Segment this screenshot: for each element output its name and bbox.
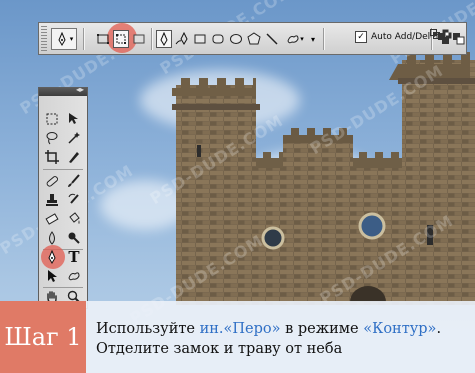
magic-wand-icon bbox=[68, 132, 80, 144]
dodge-icon bbox=[68, 232, 80, 244]
lasso-icon bbox=[46, 132, 58, 145]
rounded-rectangle-icon bbox=[212, 34, 224, 44]
ellipse-tool-button[interactable] bbox=[228, 30, 244, 48]
fill-pixels-mode-button[interactable] bbox=[131, 30, 147, 48]
rectangle-tool-button[interactable] bbox=[192, 30, 208, 48]
type-tool[interactable]: T bbox=[64, 248, 84, 266]
options-bar-grip[interactable] bbox=[41, 26, 47, 51]
custom-shape-tool[interactable] bbox=[64, 267, 84, 285]
line-icon bbox=[266, 33, 278, 45]
paths-mode-button[interactable] bbox=[113, 30, 129, 48]
slice-tool[interactable] bbox=[64, 148, 84, 166]
shape-layers-icon bbox=[97, 34, 109, 44]
ellipse-icon bbox=[230, 34, 242, 44]
path-selection-icon bbox=[48, 270, 57, 282]
divider bbox=[151, 28, 153, 50]
divider bbox=[323, 28, 325, 50]
pen-tool[interactable] bbox=[42, 248, 62, 266]
path-selection-tool[interactable] bbox=[42, 267, 62, 285]
polygon-icon bbox=[247, 32, 261, 45]
tools-palette-header[interactable]: ◂▸ bbox=[39, 85, 87, 96]
freeform-pen-icon bbox=[175, 32, 188, 45]
custom-shape-icon bbox=[68, 272, 80, 281]
brush-icon bbox=[68, 174, 80, 187]
freeform-pen-button[interactable] bbox=[174, 30, 190, 48]
marquee-tool[interactable] bbox=[42, 110, 62, 128]
paint-bucket-icon bbox=[69, 212, 80, 224]
pen-icon bbox=[58, 32, 66, 46]
options-bar: ▾ ▾ ▾ ✓ Auto Add/Delete bbox=[38, 22, 467, 55]
lasso-tool[interactable] bbox=[42, 129, 62, 147]
polygon-tool-button[interactable] bbox=[246, 30, 262, 48]
step-number-box: Шаг 1 bbox=[0, 301, 86, 373]
caption-mode-name: «Контур» bbox=[363, 321, 437, 337]
geometry-options-dropdown[interactable]: ▾ bbox=[307, 30, 319, 48]
move-tool[interactable] bbox=[64, 110, 84, 128]
caption-tool-name: ин.«Перо» bbox=[199, 321, 281, 337]
line-tool-button[interactable] bbox=[264, 30, 280, 48]
stamp-icon bbox=[46, 194, 58, 206]
caption-text: . bbox=[436, 321, 442, 337]
collapse-icon[interactable]: ◂▸ bbox=[76, 85, 84, 94]
path-intersect-icon[interactable] bbox=[430, 29, 440, 39]
step-number: Шаг 1 bbox=[4, 323, 82, 351]
path-exclude-icon[interactable] bbox=[442, 29, 452, 39]
dropdown-arrow-icon: ▾ bbox=[310, 34, 315, 44]
tool-preset-picker[interactable]: ▾ bbox=[51, 28, 77, 50]
pen-icon bbox=[160, 32, 168, 46]
clone-stamp-tool[interactable] bbox=[42, 191, 62, 209]
drop-icon bbox=[49, 231, 55, 245]
caption-text: Отделите замок и траву от неба bbox=[96, 341, 343, 357]
caption-text: Используйте bbox=[96, 321, 200, 337]
fill-pixels-icon bbox=[133, 34, 145, 44]
checkbox-box[interactable]: ✓ bbox=[355, 31, 367, 43]
history-brush-tool[interactable] bbox=[64, 191, 84, 209]
paths-icon bbox=[116, 34, 126, 44]
step-caption: Используйте ин.«Перо» в режиме «Контур».… bbox=[96, 319, 468, 359]
pen-icon bbox=[48, 250, 56, 264]
shape-layers-mode-button[interactable] bbox=[95, 30, 111, 48]
magic-wand-tool[interactable] bbox=[64, 129, 84, 147]
history-brush-icon bbox=[68, 193, 79, 204]
crop-tool[interactable] bbox=[42, 148, 62, 166]
dropdown-arrow-icon: ▾ bbox=[69, 35, 74, 43]
divider bbox=[43, 169, 83, 170]
step-banner: Шаг 1 Используйте ин.«Перо» в режиме «Ко… bbox=[0, 301, 475, 373]
path-area-buttons bbox=[430, 29, 452, 39]
bandage-icon bbox=[46, 176, 59, 187]
tools-palette: ◂▸ T bbox=[38, 85, 88, 309]
rectangle-icon bbox=[194, 34, 206, 44]
rounded-rectangle-tool-button[interactable] bbox=[210, 30, 226, 48]
healing-brush-tool[interactable] bbox=[42, 172, 62, 190]
custom-shape-tool-button[interactable]: ▾ bbox=[284, 30, 306, 48]
eraser-icon bbox=[45, 213, 59, 225]
caption-text: в режиме bbox=[280, 321, 364, 337]
slice-icon bbox=[69, 152, 79, 163]
dodge-tool[interactable] bbox=[64, 229, 84, 247]
move-icon bbox=[69, 113, 78, 124]
dropdown-arrow-icon: ▾ bbox=[300, 35, 304, 43]
paint-bucket-tool[interactable] bbox=[64, 210, 84, 228]
crop-icon bbox=[45, 150, 59, 164]
custom-shape-icon bbox=[287, 35, 299, 44]
subtract-path-area-button[interactable] bbox=[452, 30, 466, 48]
divider bbox=[83, 28, 85, 50]
brush-tool[interactable] bbox=[64, 172, 84, 190]
pen-tool-button[interactable] bbox=[156, 30, 172, 48]
marquee-icon bbox=[46, 113, 58, 125]
eraser-tool[interactable] bbox=[42, 210, 62, 228]
path-subtract-icon bbox=[453, 33, 465, 45]
